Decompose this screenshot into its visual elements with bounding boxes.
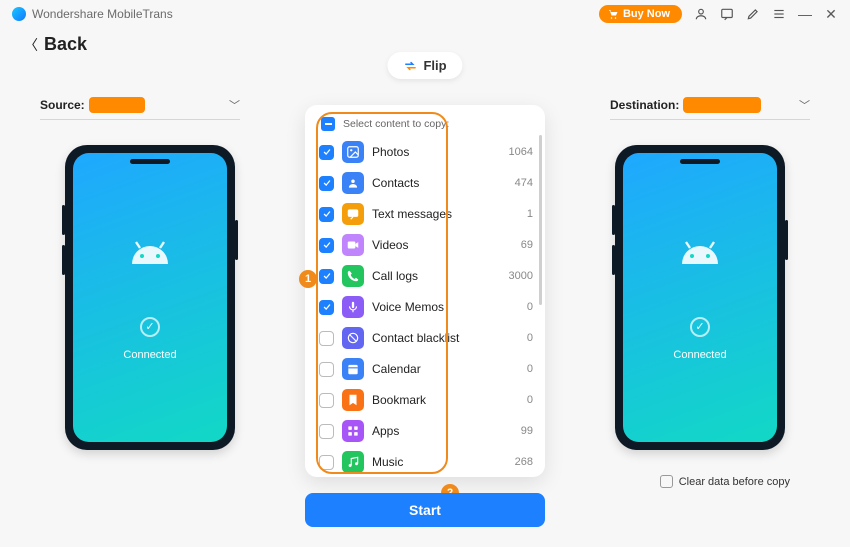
- content-checkbox[interactable]: [319, 362, 334, 377]
- destination-device-name: [683, 97, 761, 113]
- content-row-videos[interactable]: Videos 69: [319, 232, 537, 258]
- edit-icon[interactable]: [746, 7, 760, 21]
- content-checkbox[interactable]: [319, 207, 334, 222]
- close-button[interactable]: ✕: [824, 7, 838, 21]
- destination-status: Connected: [673, 349, 726, 361]
- content-checkbox[interactable]: [319, 145, 334, 160]
- content-checkbox[interactable]: [319, 424, 334, 439]
- flip-label: Flip: [423, 58, 446, 73]
- source-label: Source:: [40, 98, 85, 112]
- content-label: Call logs: [372, 269, 418, 283]
- content-row-voice[interactable]: Voice Memos 0: [319, 294, 537, 320]
- content-row-calendar[interactable]: Calendar 0: [319, 356, 537, 382]
- music-icon: [342, 451, 364, 473]
- source-status: Connected: [123, 349, 176, 361]
- blacklist-icon: [342, 327, 364, 349]
- title-bar: Wondershare MobileTrans Buy Now — ✕: [0, 0, 850, 28]
- feedback-icon[interactable]: [720, 7, 734, 21]
- content-label: Contact blacklist: [372, 331, 459, 345]
- photos-icon: [342, 141, 364, 163]
- content-selection-card: Select content to copy: Photos 1064 Contac…: [305, 105, 545, 477]
- content-count: 1: [527, 208, 537, 220]
- content-label: Contacts: [372, 176, 419, 190]
- content-count: 0: [527, 363, 537, 375]
- content-row-blacklist[interactable]: Contact blacklist 0: [319, 325, 537, 351]
- content-count: 99: [521, 425, 537, 437]
- chevron-down-icon[interactable]: ﹀: [229, 97, 240, 113]
- content-row-contacts[interactable]: Contacts 474: [319, 170, 537, 196]
- check-icon: ✓: [690, 317, 710, 337]
- back-chevron-icon[interactable]: 〈: [24, 35, 38, 55]
- app-logo-icon: [12, 7, 26, 21]
- back-button[interactable]: Back: [44, 34, 87, 55]
- clear-data-checkbox[interactable]: [660, 475, 673, 488]
- source-selector[interactable]: Source: ﹀: [40, 97, 240, 120]
- flip-icon: [403, 59, 417, 73]
- content-count: 69: [521, 239, 537, 251]
- android-icon: [126, 235, 174, 265]
- destination-phone: ✓ Connected: [615, 145, 785, 450]
- content-checkbox[interactable]: [319, 455, 334, 470]
- content-row-bookmark[interactable]: Bookmark 0: [319, 387, 537, 413]
- content-count: 0: [527, 394, 537, 406]
- sms-icon: [342, 203, 364, 225]
- cart-icon: [607, 8, 619, 20]
- content-count: 0: [527, 332, 537, 344]
- destination-label: Destination:: [610, 98, 679, 112]
- content-row-photos[interactable]: Photos 1064: [319, 139, 537, 165]
- content-checkbox[interactable]: [319, 331, 334, 346]
- content-count: 268: [515, 456, 537, 468]
- start-button[interactable]: Start: [305, 493, 545, 527]
- check-icon: ✓: [140, 317, 160, 337]
- chevron-down-icon[interactable]: ﹀: [799, 97, 810, 113]
- calllog-icon: [342, 265, 364, 287]
- content-checkbox[interactable]: [319, 269, 334, 284]
- voice-icon: [342, 296, 364, 318]
- source-phone: ✓ Connected: [65, 145, 235, 450]
- clear-data-label: Clear data before copy: [679, 476, 790, 488]
- source-device-name: [89, 97, 145, 113]
- calendar-icon: [342, 358, 364, 380]
- contacts-icon: [342, 172, 364, 194]
- content-row-music[interactable]: Music 268: [319, 449, 537, 475]
- content-count: 474: [515, 177, 537, 189]
- content-checkbox[interactable]: [319, 238, 334, 253]
- content-row-calllog[interactable]: Call logs 3000: [319, 263, 537, 289]
- content-label: Apps: [372, 424, 399, 438]
- minimize-button[interactable]: —: [798, 7, 812, 21]
- app-title: Wondershare MobileTrans: [32, 7, 173, 21]
- clear-data-option[interactable]: Clear data before copy: [660, 475, 790, 488]
- content-checkbox[interactable]: [319, 300, 334, 315]
- content-checkbox[interactable]: [319, 176, 334, 191]
- scrollbar[interactable]: [539, 135, 542, 305]
- content-count: 0: [527, 301, 537, 313]
- menu-icon[interactable]: [772, 7, 786, 21]
- content-row-sms[interactable]: Text messages 1: [319, 201, 537, 227]
- content-row-apps[interactable]: Apps 99: [319, 418, 537, 444]
- content-checkbox[interactable]: [319, 393, 334, 408]
- start-label: Start: [409, 502, 441, 518]
- annotation-badge-1: 1: [299, 270, 317, 288]
- android-icon: [676, 235, 724, 265]
- select-all-checkbox[interactable]: [321, 117, 335, 131]
- videos-icon: [342, 234, 364, 256]
- apps-icon: [342, 420, 364, 442]
- bookmark-icon: [342, 389, 364, 411]
- content-label: Calendar: [372, 362, 421, 376]
- content-count: 3000: [509, 270, 537, 282]
- buy-now-label: Buy Now: [623, 8, 670, 20]
- flip-button[interactable]: Flip: [387, 52, 462, 79]
- content-label: Music: [372, 455, 403, 469]
- content-label: Text messages: [372, 207, 452, 221]
- content-label: Bookmark: [372, 393, 426, 407]
- content-count: 1064: [509, 146, 537, 158]
- content-label: Photos: [372, 145, 409, 159]
- account-icon[interactable]: [694, 7, 708, 21]
- content-label: Videos: [372, 238, 408, 252]
- destination-selector[interactable]: Destination: ﹀: [610, 97, 810, 120]
- buy-now-button[interactable]: Buy Now: [599, 5, 682, 23]
- select-header-label: Select content to copy:: [343, 118, 449, 130]
- content-label: Voice Memos: [372, 300, 444, 314]
